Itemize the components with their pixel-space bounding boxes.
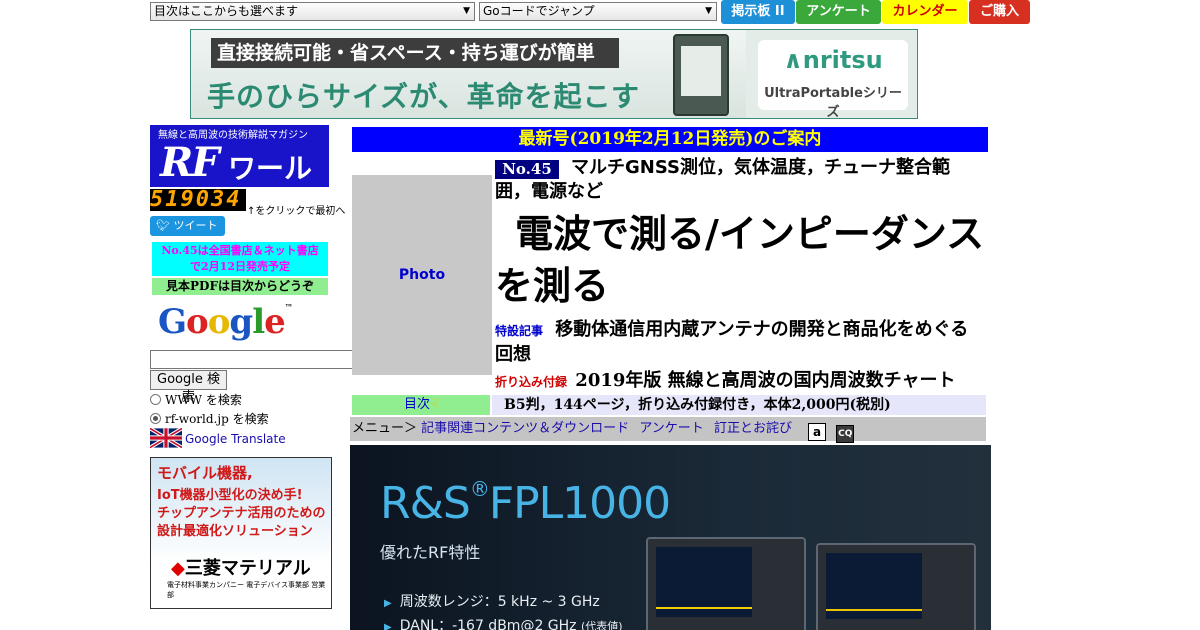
google-translate-link[interactable]: Google Translate [150,428,286,448]
analyzer-image [646,537,806,630]
dropdown-arrow-icon: ▼ [463,6,470,16]
purchase-button[interactable]: ご購入 [969,0,1030,24]
radio-www[interactable]: WWW を検索 [150,391,242,408]
google-search-button[interactable]: Google 検索 [150,370,227,405]
google-logo: Google™ [158,302,293,342]
visitor-counter[interactable]: 519034 [150,189,246,211]
issue-specs: B5判，144ページ，折り込み付録付き，本体2,000円(税別) [492,395,986,415]
toc-select[interactable]: 目次はここからも選べます ▼ [150,2,475,21]
banner-title: R&S®FPL1000 [380,477,671,529]
banner-tagline: 手のひらサイズが、革命を起こす [207,80,641,113]
pointer-icon: ☟ [430,397,438,412]
tweet-button[interactable]: 🐦︎ ツイート [150,216,225,236]
counter-note: ↑をクリックで最初へ [247,206,346,217]
amazon-icon[interactable]: a [808,423,827,441]
anritsu-logo: ∧nritsu UltraPortableシリーズ [746,30,917,118]
bbs-button[interactable]: 掲示板 II [721,0,795,24]
search-input[interactable] [150,350,353,369]
insert-supplement: 折り込み付録 2019年版 無線と高周波の国内周波数チャート [495,370,956,391]
analyzer-image [816,543,976,630]
issue-title: 電波で測る/インピーダンスを測る [495,212,985,308]
gocode-select[interactable]: Goコードでジャンプ ▼ [479,2,717,21]
calendar-button[interactable]: カレンダー [882,0,968,24]
mitsubishi-mark-icon: ◆ [171,558,185,579]
cover-photo[interactable]: Photo [352,175,492,375]
menu-bar: メニュー＞ 記事関連コンテンツ＆ダウンロード アンケート 訂正とお詫び a CQ [350,417,986,443]
toc-button[interactable]: 目次☟ [352,395,490,415]
bullet-icon: ▶ [384,598,392,609]
menu-item-downloads[interactable]: 記事関連コンテンツ＆ダウンロード [421,421,629,436]
survey-button[interactable]: アンケート [796,0,881,24]
feature-article: 特設記事 移動体通信用内蔵アンテナの開発と商品化をめぐる回想 [495,319,969,365]
rohde-schwarz-banner[interactable]: R&S®FPL1000 優れたRF特性 ▶ 周波数レンジ：5 kHz ~ 3 GH… [350,445,991,630]
radio-site[interactable]: rf-world.jp を検索 [150,410,269,427]
latest-issue-header: 最新号(2019年2月12日発売)のご案内 [352,127,988,152]
anritsu-banner[interactable]: 直接接続可能・省スペース・持ち運びが簡単 手のひらサイズが、革命を起こす ∧nr… [190,29,918,119]
cq-shop-icon[interactable]: CQ [836,425,855,443]
issue-number-badge: No.45 [495,160,559,179]
twitter-icon: 🐦︎ [156,219,170,232]
pdf-note: 見本PDFは目次からどうぞ [152,278,328,295]
rf-world-logo[interactable]: 無線と高周波の技術解説マガジン RF ワールド [150,125,329,225]
dropdown-arrow-icon: ▼ [705,6,712,16]
uk-flag-icon [150,428,182,448]
menu-item-survey[interactable]: アンケート [639,421,703,436]
device-image [673,34,729,116]
mitsubishi-banner[interactable]: モバイル機器, IoT機器小型化の決め手! チップアンテナ活用のための 設計最適… [150,457,332,609]
banner-headline: 直接接続可能・省スペース・持ち運びが簡単 [211,38,619,68]
issue-subtitle: マルチGNSS測位，気体温度，チューナ整合範囲，電源など [495,157,950,202]
menu-item-errata[interactable]: 訂正とお詫び [714,421,792,436]
bullet-icon: ▶ [384,622,392,630]
release-notice: No.45は全国書店＆ネット書店 で2月12日発売予定 [152,242,328,276]
